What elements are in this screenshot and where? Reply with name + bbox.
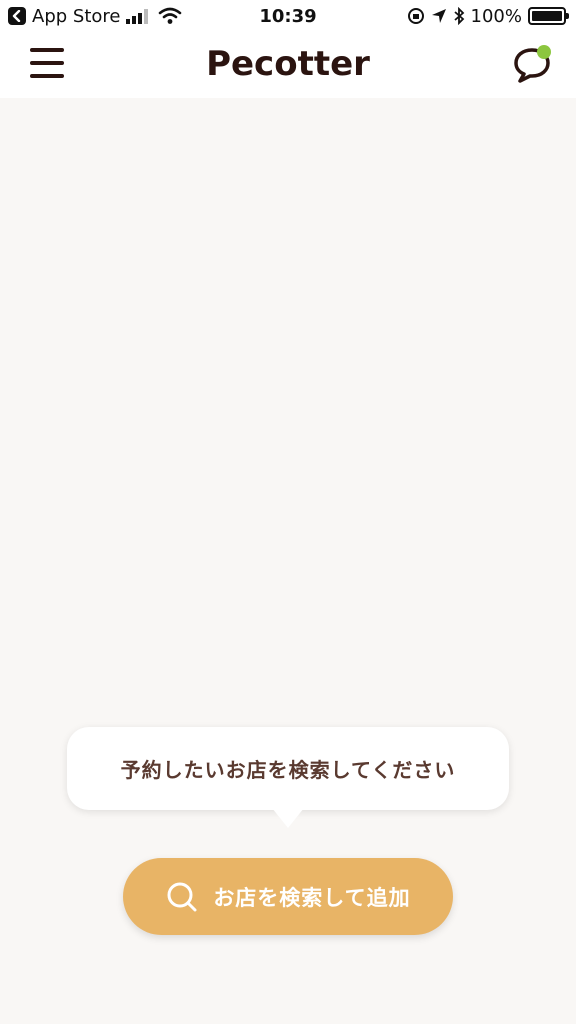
status-right: 100% bbox=[407, 5, 569, 27]
back-icon[interactable] bbox=[8, 7, 26, 25]
battery-icon bbox=[528, 7, 569, 25]
app-logo: Pecotter bbox=[206, 44, 370, 84]
app-header: Pecotter bbox=[0, 32, 576, 98]
chat-bubble-icon bbox=[514, 45, 551, 83]
status-left: App Store bbox=[8, 6, 182, 27]
search-add-store-label: お店を検索して追加 bbox=[213, 886, 411, 910]
status-bar: App Store 10:39 100% bbox=[0, 0, 576, 32]
orientation-lock-icon bbox=[407, 8, 424, 24]
bluetooth-icon bbox=[453, 7, 464, 25]
search-icon bbox=[167, 882, 197, 911]
location-icon bbox=[431, 9, 446, 23]
battery-fill bbox=[532, 11, 562, 21]
back-app-label[interactable]: App Store bbox=[32, 6, 120, 27]
wifi-icon bbox=[159, 7, 182, 24]
battery-percent: 100% bbox=[470, 5, 522, 27]
search-hint-tooltip: 予約したいお店を検索してください bbox=[67, 727, 509, 810]
chat-button[interactable] bbox=[512, 44, 554, 84]
signal-icon bbox=[126, 9, 149, 24]
search-add-store-button[interactable]: お店を検索して追加 bbox=[123, 858, 453, 935]
battery-cap bbox=[566, 13, 569, 19]
search-hint-text: 予約したいお店を検索してください bbox=[120, 758, 456, 782]
notification-dot bbox=[537, 45, 551, 59]
